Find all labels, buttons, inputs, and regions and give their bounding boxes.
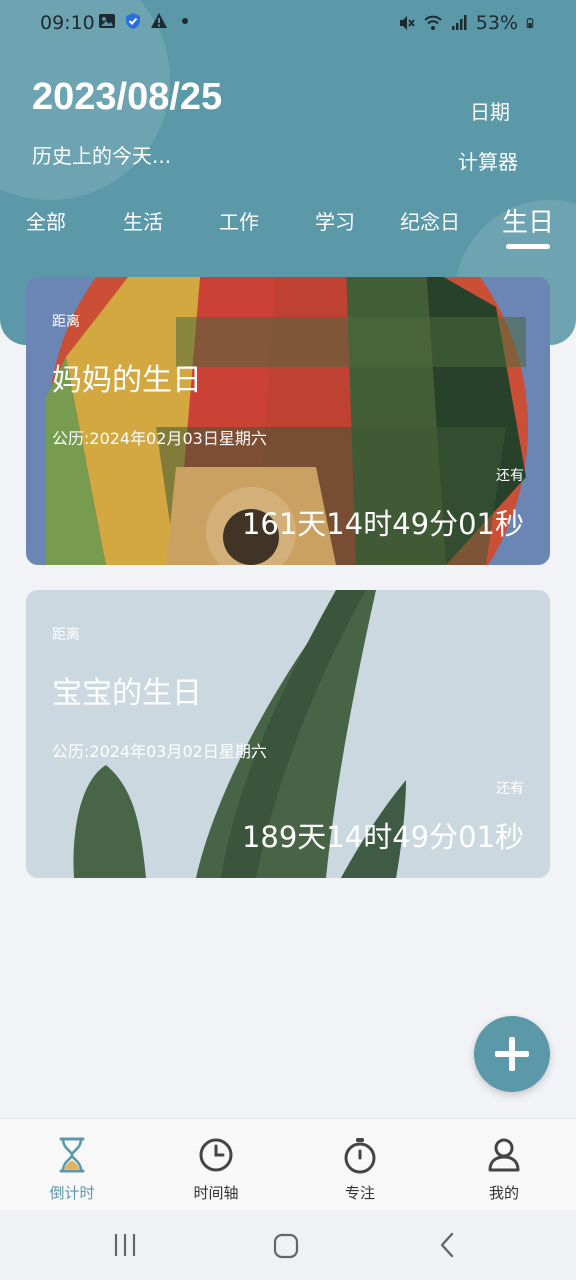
gallery-icon — [99, 14, 115, 28]
nav-timeline[interactable]: 时间轴 — [144, 1119, 288, 1211]
recents-icon[interactable] — [112, 1232, 138, 1258]
countdown-card[interactable]: 距离 宝宝的生日 公历:2024年03月02日星期六 还有 189天14时49分… — [26, 590, 550, 878]
add-event-button[interactable] — [474, 1016, 550, 1092]
tab-work[interactable]: 工作 — [219, 206, 259, 235]
tab-anniversary[interactable]: 纪念日 — [400, 206, 460, 235]
hourglass-icon — [59, 1137, 85, 1173]
nav-profile[interactable]: 我的 — [432, 1119, 576, 1211]
tab-life[interactable]: 生活 — [123, 206, 163, 235]
nav-label: 倒计时 — [49, 1184, 95, 1202]
date-calculator-button[interactable]: 日期 — [470, 96, 510, 125]
nav-label: 专注 — [344, 1184, 375, 1202]
plus-icon — [495, 1037, 529, 1071]
nav-label: 我的 — [488, 1184, 519, 1202]
tab-birthday[interactable]: 生日 — [502, 202, 554, 239]
bottom-navigation: 倒计时 时间轴 专注 我的 — [0, 1118, 576, 1210]
tab-all[interactable]: 全部 — [26, 206, 66, 235]
tab-active-indicator — [506, 244, 550, 249]
shield-icon — [126, 13, 140, 29]
countdown-value: 161天14时49分01秒 — [241, 507, 524, 541]
profile-icon — [488, 1138, 520, 1172]
tab-study[interactable]: 学习 — [315, 206, 355, 235]
stopwatch-icon — [344, 1138, 376, 1174]
battery-icon — [526, 18, 534, 29]
remaining-label: 还有 — [496, 781, 524, 797]
distance-label: 距离 — [52, 627, 80, 643]
category-tabs: 全部 生活 工作 学习 纪念日 生日 — [0, 200, 576, 260]
nav-countdown[interactable]: 倒计时 — [0, 1119, 144, 1211]
distance-label: 距离 — [52, 314, 80, 330]
nav-label: 时间轴 — [193, 1184, 239, 1202]
warning-icon — [151, 13, 167, 28]
status-bar: 09:10 53% — [0, 0, 576, 46]
solar-date: 公历:2024年02月03日星期六 — [52, 429, 267, 448]
countdown-value: 189天14时49分01秒 — [241, 820, 524, 854]
card-title: 妈妈的生日 — [52, 363, 202, 398]
card-title: 宝宝的生日 — [52, 676, 202, 711]
mute-icon — [399, 16, 415, 30]
dot-icon — [182, 18, 188, 24]
signal-icon — [451, 15, 467, 30]
nav-focus[interactable]: 专注 — [288, 1119, 432, 1211]
status-time: 09:10 — [40, 12, 95, 34]
remaining-label: 还有 — [496, 468, 524, 484]
wifi-icon — [424, 15, 442, 30]
date-calculator-button-line2[interactable]: 计算器 — [458, 146, 518, 175]
countdown-card[interactable]: 距离 妈妈的生日 公历:2024年02月03日星期六 还有 161天14时49分… — [26, 277, 550, 565]
solar-date: 公历:2024年03月02日星期六 — [52, 742, 267, 761]
battery-percentage: 53% — [475, 12, 518, 34]
current-date: 2023/08/25 — [32, 76, 223, 118]
back-icon[interactable] — [436, 1232, 460, 1258]
home-icon[interactable] — [272, 1232, 300, 1260]
history-today-link[interactable]: 历史上的今天... — [32, 140, 171, 169]
clock-icon — [199, 1138, 233, 1172]
system-navigation-bar — [0, 1210, 576, 1280]
